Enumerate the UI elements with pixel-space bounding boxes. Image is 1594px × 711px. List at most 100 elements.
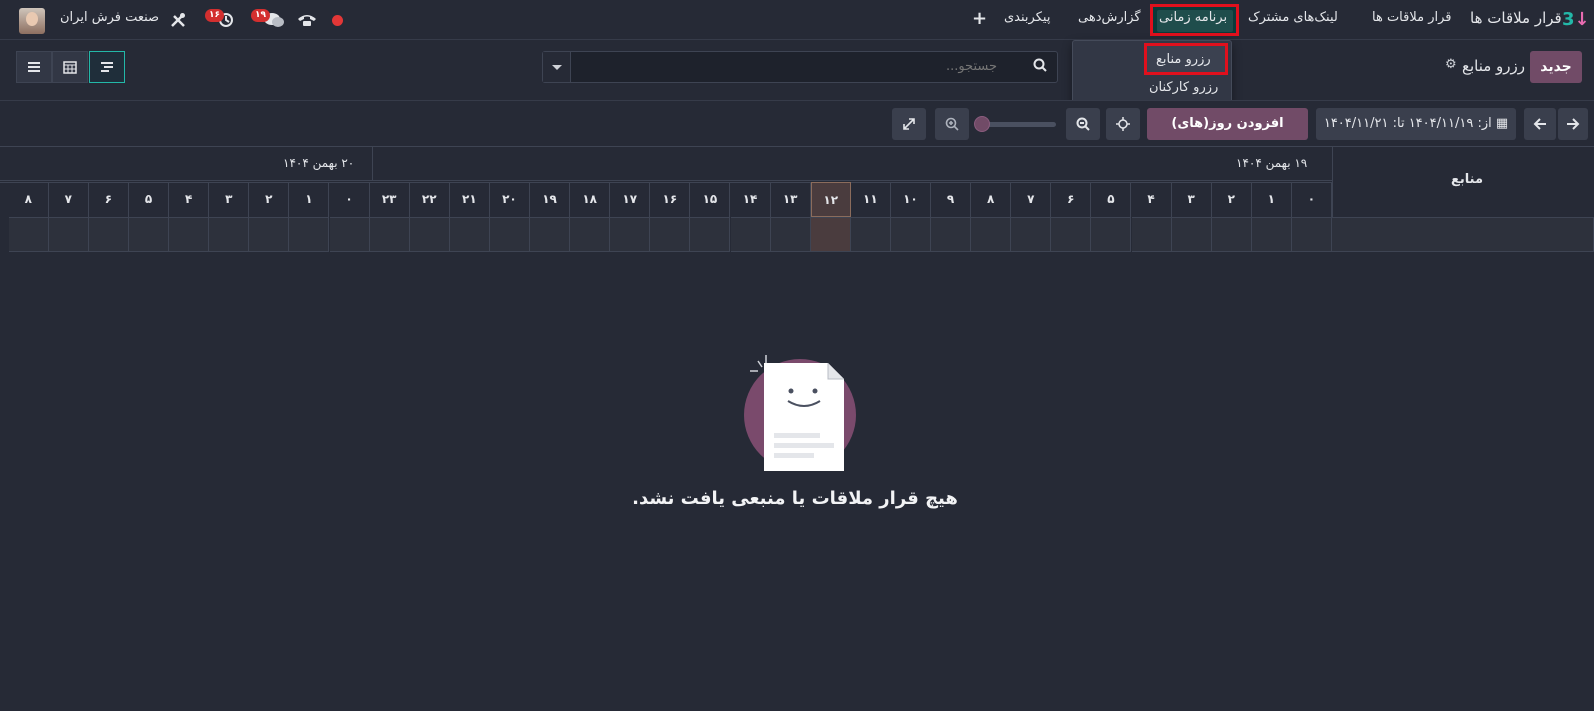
zoom-in-button[interactable] <box>935 108 969 140</box>
gear-icon[interactable]: ⚙ <box>1445 57 1457 72</box>
hour-header-cell: ۵ <box>1091 182 1132 217</box>
search-bar <box>542 51 1058 83</box>
gantt-slot-cell[interactable] <box>1291 217 1332 252</box>
gantt-row-header-cell <box>1332 217 1594 252</box>
gantt-slot-cell[interactable] <box>289 217 330 252</box>
user-avatar[interactable] <box>19 8 45 34</box>
search-icon[interactable] <box>1033 58 1047 72</box>
gantt-slot-cell[interactable] <box>1131 217 1172 252</box>
zoom-out-button[interactable] <box>1066 108 1100 140</box>
hour-header-cell: ۲۲ <box>410 182 450 217</box>
empty-state-message: هیچ قرار ملاقات یا منبعی یافت نشد. <box>632 488 958 509</box>
gantt-slot-cell[interactable] <box>570 217 611 252</box>
view-calendar-button[interactable] <box>52 51 88 83</box>
arrow-left-icon <box>1533 118 1546 130</box>
search-options-toggle[interactable] <box>543 52 571 82</box>
hour-header-cell: ۱ <box>1252 182 1292 217</box>
gantt-slot-cell[interactable] <box>1011 217 1052 252</box>
hour-header-cell: ۱۶ <box>650 182 691 217</box>
hour-header-cell: ۴ <box>1132 182 1172 217</box>
zoom-slider[interactable] <box>979 122 1056 127</box>
hour-header-cell: ۶ <box>1051 182 1092 217</box>
gantt-slot-cell[interactable] <box>1211 217 1252 252</box>
row-header-label: منابع <box>1451 172 1483 187</box>
hour-header-cell: ۱۴ <box>731 182 771 217</box>
gantt-slot-cell[interactable] <box>369 217 410 252</box>
expand-button[interactable] <box>892 108 926 140</box>
hour-header-cell: ۲ <box>1212 182 1252 217</box>
nav-menu-configuration[interactable]: پیکربندی <box>1004 10 1050 25</box>
gantt-slot-cell[interactable] <box>1091 217 1132 252</box>
date-range-picker[interactable]: ▦ از: ۱۴۰۴/۱۱/۱۹ تا: ۱۴۰۴/۱۱/۲۱ <box>1316 108 1516 140</box>
hour-header-cell: ۵ <box>129 182 170 217</box>
company-switcher[interactable]: صنعت فرش ایران <box>60 10 159 25</box>
gantt-slot-cell[interactable] <box>1051 217 1092 252</box>
date-label-day1: ۱۹ بهمن ۱۴۰۴ <box>1236 156 1308 170</box>
dropdown-item-resource-booking[interactable]: رزرو منابع <box>1156 52 1211 67</box>
gantt-slot-cell[interactable] <box>690 217 731 252</box>
focus-today-button[interactable] <box>1106 108 1140 140</box>
gantt-slot-cell[interactable] <box>129 217 170 252</box>
hour-header-cell: ۲۰ <box>490 182 530 217</box>
record-icon[interactable] <box>332 15 343 26</box>
hour-header-cell: ۷ <box>1011 182 1052 217</box>
nav-menu-appointments[interactable]: قرار ملاقات ها <box>1372 10 1452 25</box>
gantt-slot-cell[interactable] <box>610 217 651 252</box>
dropdown-item-staff-booking[interactable]: رزرو کارکنان <box>1149 80 1218 95</box>
gantt-slot-cell[interactable] <box>730 217 771 252</box>
gantt-slot-cell[interactable] <box>850 217 891 252</box>
hour-header-cell: ۲۳ <box>370 182 410 217</box>
nav-menu-schedule[interactable]: برنامه زمانی <box>1159 10 1227 25</box>
add-holidays-button[interactable]: افزودن روز(های) تعطیلی <box>1147 108 1308 163</box>
hour-header-cell: ۱۵ <box>690 182 731 217</box>
gantt-slot-cell[interactable] <box>1251 217 1292 252</box>
next-period-button[interactable] <box>1558 108 1588 140</box>
gantt-slot-cell[interactable] <box>650 217 691 252</box>
gantt-slot-cell[interactable] <box>48 217 89 252</box>
gantt-slot-cell[interactable] <box>449 217 490 252</box>
gantt-slot-cell[interactable] <box>530 217 571 252</box>
hour-header-cell: ۸ <box>971 182 1012 217</box>
arrow-right-icon <box>1567 118 1580 130</box>
date-column-day1: ۱۹ بهمن ۱۴۰۴ <box>373 146 1332 181</box>
gantt-slot-cell[interactable] <box>489 217 530 252</box>
messages-badge: ۱۹ <box>251 9 270 22</box>
gantt-slot-cell[interactable] <box>249 217 290 252</box>
gantt-slot-cell[interactable] <box>770 217 811 252</box>
breadcrumb-title: رزرو منابع <box>1462 57 1526 75</box>
search-input[interactable] <box>577 59 997 74</box>
nav-app-title[interactable]: قرار ملاقات ها <box>1470 9 1562 27</box>
zoom-slider-handle[interactable] <box>974 116 990 132</box>
hour-header-cell: ۰ <box>330 182 370 217</box>
plus-icon[interactable]: + <box>972 8 987 29</box>
gantt-slot-cell[interactable] <box>890 217 931 252</box>
new-button[interactable]: جدید <box>1530 51 1582 83</box>
gantt-slot-cell[interactable] <box>209 217 250 252</box>
nav-menu-shared-links[interactable]: لینک‌های مشترک <box>1248 10 1338 25</box>
prev-period-button[interactable] <box>1524 108 1556 140</box>
gantt-slot-cell[interactable] <box>8 217 49 252</box>
nav-menu-reporting[interactable]: گزارش‌دهی <box>1078 10 1141 25</box>
gantt-slot-cell[interactable] <box>409 217 450 252</box>
gantt-slot-cell[interactable] <box>329 217 370 252</box>
gantt-slot-cell[interactable] <box>1171 217 1212 252</box>
gantt-slot-cell[interactable] <box>971 217 1012 252</box>
phone-icon[interactable] <box>296 12 318 28</box>
gantt-slot-cell[interactable] <box>931 217 972 252</box>
view-list-button[interactable] <box>16 51 52 83</box>
tools-icon[interactable] <box>170 12 186 28</box>
activities-badge: ۱۶ <box>205 9 224 22</box>
gantt-slot-cell[interactable] <box>169 217 210 252</box>
hour-header-cell: ۹ <box>931 182 972 217</box>
view-gantt-button[interactable] <box>89 51 125 83</box>
expand-icon <box>903 118 915 130</box>
date-range-label: از: ۱۴۰۴/۱۱/۱۹ تا: ۱۴۰۴/۱۱/۲۱ <box>1323 116 1492 131</box>
gantt-slot-cell[interactable] <box>88 217 129 252</box>
hour-header-cell: ۳ <box>209 182 250 217</box>
hour-header-cell: ۲ <box>249 182 290 217</box>
app-logo-icon[interactable]: 3↓ <box>1562 9 1590 30</box>
hour-header-cell: ۱۹ <box>530 182 571 217</box>
date-column-day2: ۲۰ بهمن ۱۴۰۴ <box>0 146 373 181</box>
top-navbar: 3↓ قرار ملاقات ها قرار ملاقات ها لینک‌ها… <box>0 0 1594 40</box>
gantt-slot-cell[interactable] <box>810 217 851 252</box>
